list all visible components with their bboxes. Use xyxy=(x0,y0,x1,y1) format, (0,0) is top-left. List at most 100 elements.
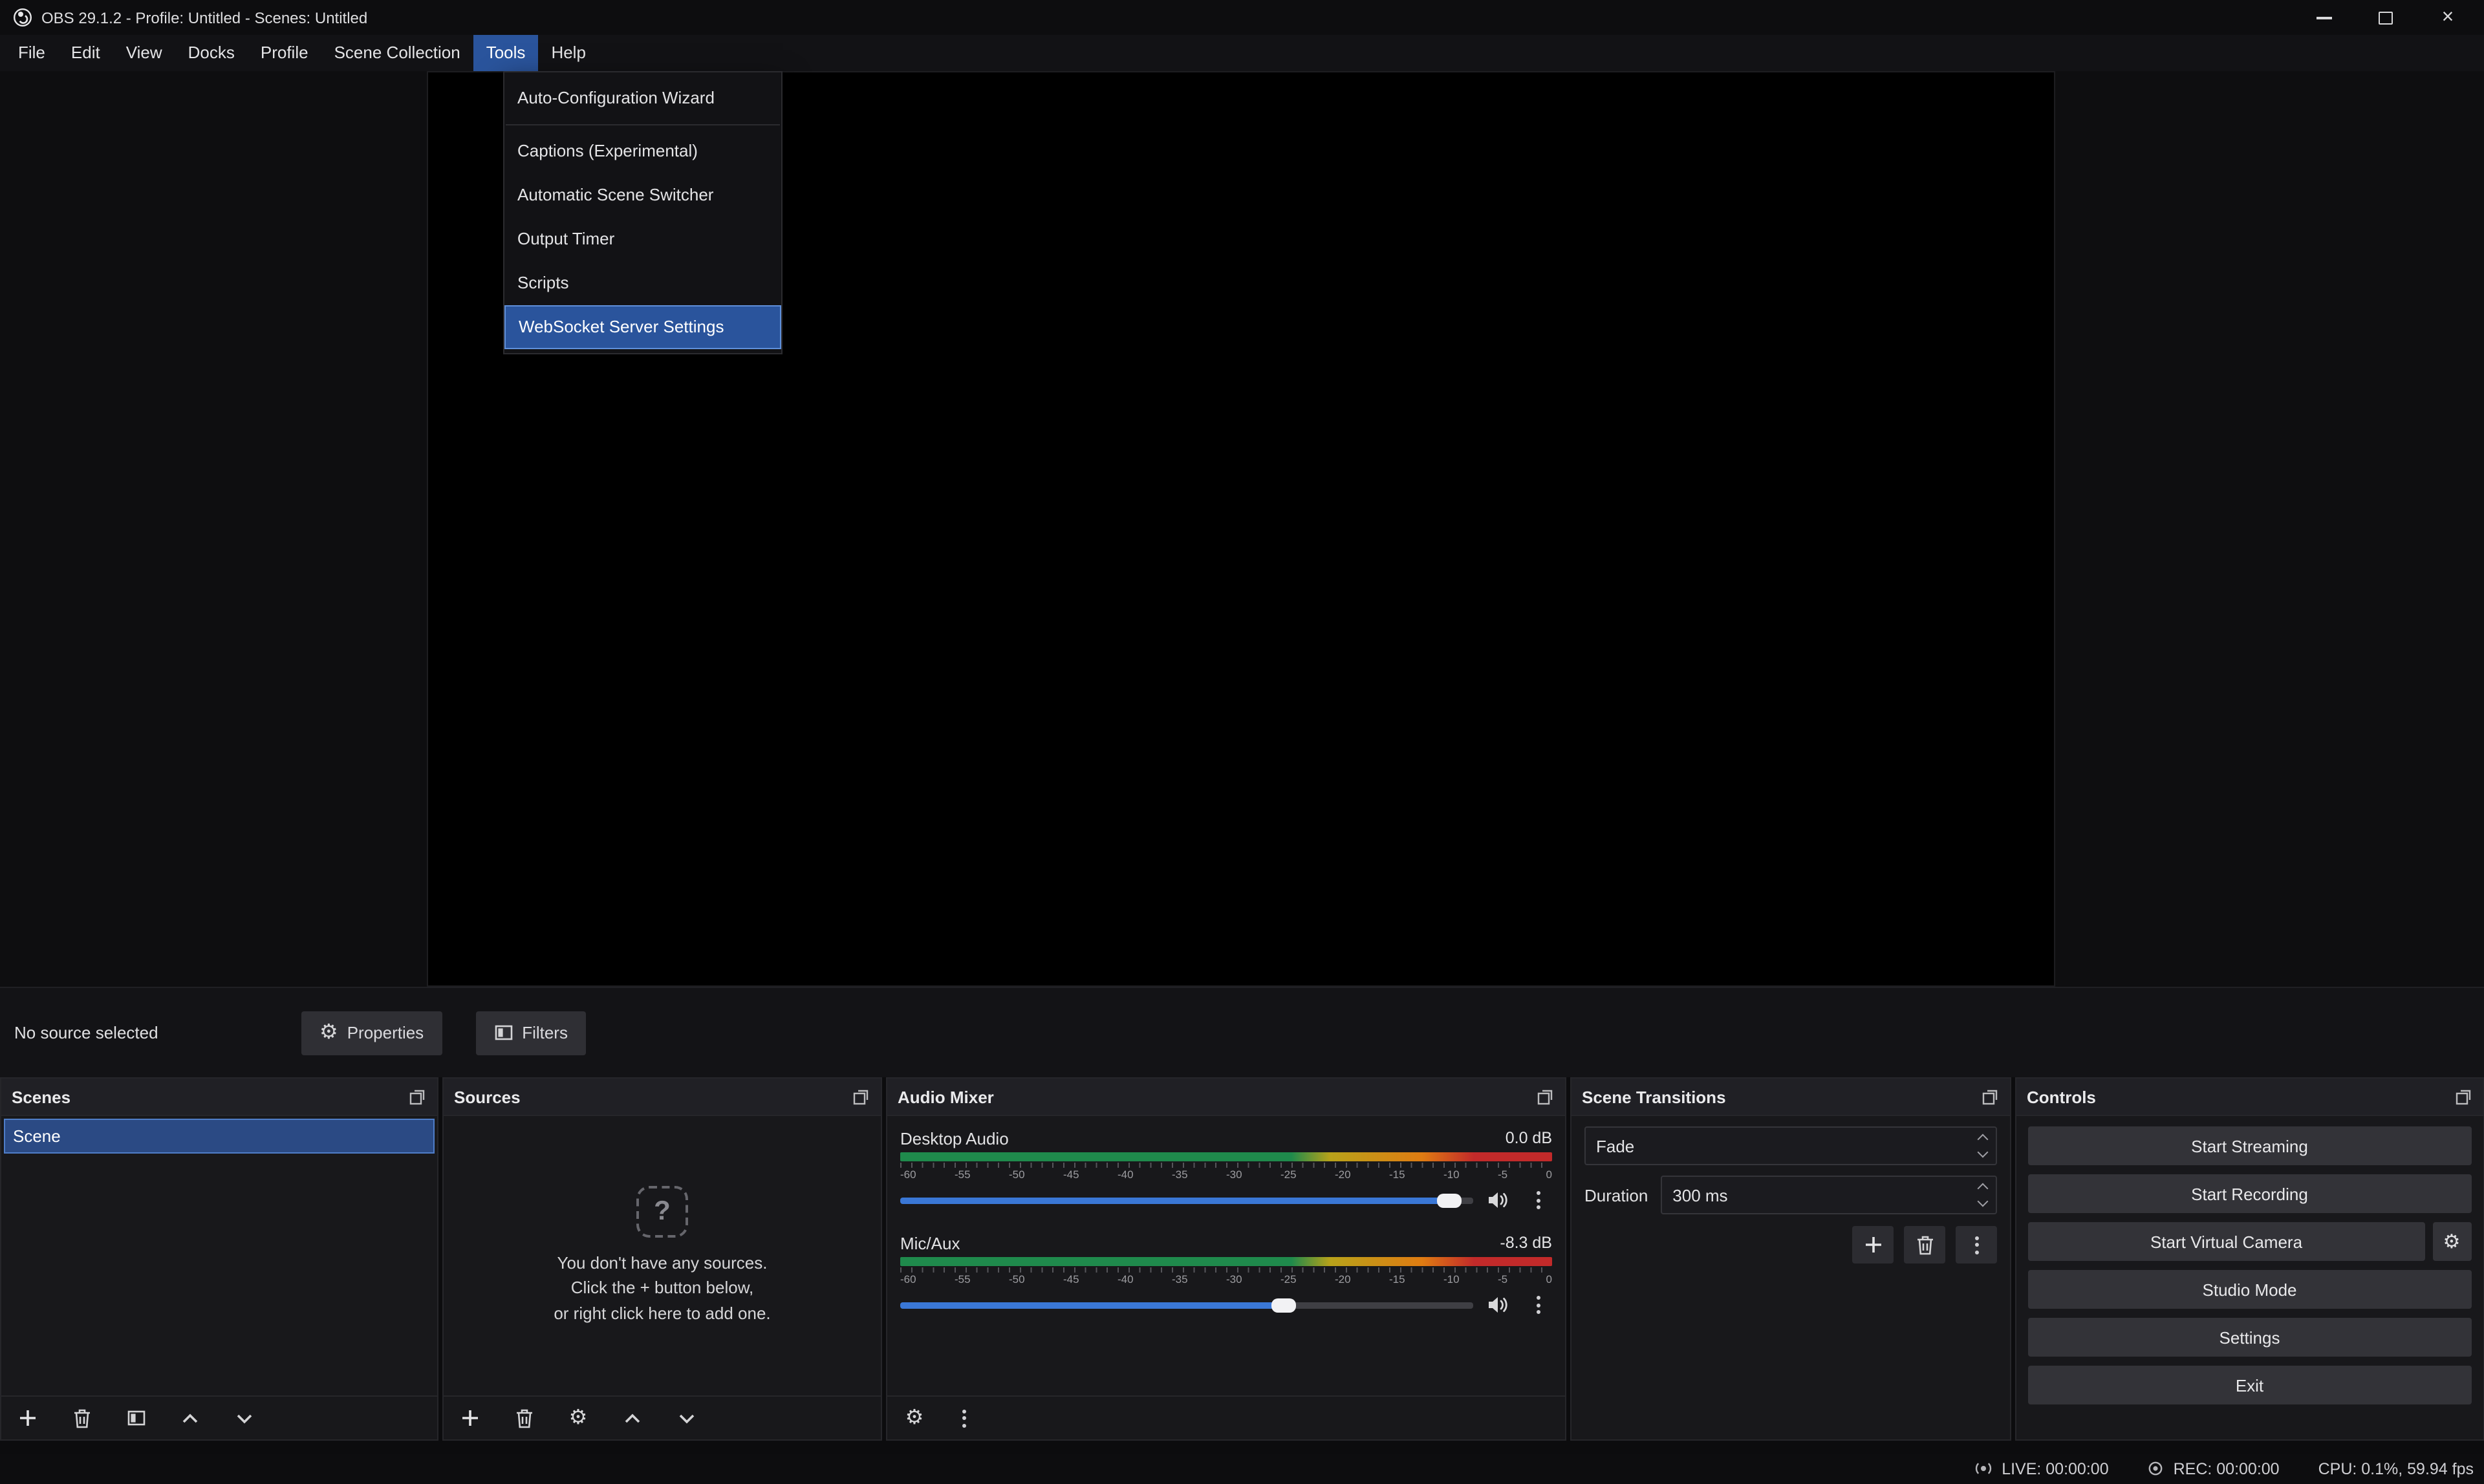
start-virtual-camera-button[interactable]: Start Virtual Camera xyxy=(2028,1222,2425,1261)
sources-toolbar: ⚙ xyxy=(444,1395,881,1439)
combo-spinners xyxy=(1979,1135,1987,1156)
minimize-button[interactable] xyxy=(2313,7,2334,28)
chevron-up-icon[interactable] xyxy=(1978,1134,1989,1145)
menu-scene-collection[interactable]: Scene Collection xyxy=(321,35,473,71)
menu-item-captions[interactable]: Captions (Experimental) xyxy=(504,129,781,173)
start-streaming-button[interactable]: Start Streaming xyxy=(2028,1126,2471,1165)
start-recording-button[interactable]: Start Recording xyxy=(2028,1174,2471,1213)
menu-item-automatic-scene-switcher[interactable]: Automatic Scene Switcher xyxy=(504,173,781,217)
scene-filters-button[interactable] xyxy=(122,1404,150,1432)
tools-menu-dropdown: Auto-Configuration Wizard Captions (Expe… xyxy=(503,71,783,354)
record-icon xyxy=(2148,1461,2165,1478)
exit-button[interactable]: Exit xyxy=(2028,1366,2471,1404)
menu-tools[interactable]: Tools xyxy=(473,35,539,71)
menu-file[interactable]: File xyxy=(5,35,58,71)
scenes-dock: Scenes Scene xyxy=(0,1077,438,1441)
move-source-up-button[interactable] xyxy=(618,1404,647,1432)
move-scene-up-button[interactable] xyxy=(176,1404,204,1432)
chevron-down-icon[interactable] xyxy=(1978,1196,1989,1207)
move-source-down-button[interactable] xyxy=(673,1404,701,1432)
tick-label: -60 xyxy=(900,1168,916,1182)
menu-item-auto-configuration-wizard[interactable]: Auto-Configuration Wizard xyxy=(504,76,781,120)
tick-label: -60 xyxy=(900,1273,916,1287)
virtual-camera-settings-button[interactable]: ⚙ xyxy=(2432,1222,2471,1261)
source-toolbar: No source selected ⚙ Properties Filters xyxy=(0,987,2484,1077)
tick-label: -10 xyxy=(1443,1168,1460,1182)
menu-profile[interactable]: Profile xyxy=(248,35,321,71)
remove-scene-button[interactable] xyxy=(67,1404,96,1432)
properties-button[interactable]: ⚙ Properties xyxy=(301,1011,442,1055)
maximize-button[interactable] xyxy=(2375,7,2396,28)
scenes-list: Scene xyxy=(1,1116,437,1395)
kebab-icon xyxy=(1536,1191,1540,1209)
desktop-audio-volume-slider[interactable] xyxy=(900,1197,1473,1203)
controls-dock-title: Controls xyxy=(2027,1087,2096,1106)
speaker-icon[interactable] xyxy=(1486,1190,1511,1210)
transition-options-button[interactable] xyxy=(1956,1226,1997,1264)
audio-mixer-toolbar: ⚙ xyxy=(887,1395,1565,1439)
obs-window: OBS 29.1.2 - Profile: Untitled - Scenes:… xyxy=(0,0,2484,1484)
audio-mixer-popout-button[interactable] xyxy=(1537,1088,1555,1106)
move-scene-down-button[interactable] xyxy=(230,1404,259,1432)
filters-button[interactable]: Filters xyxy=(475,1011,586,1055)
duration-spinbox[interactable]: 300 ms xyxy=(1661,1176,1997,1214)
tick-label: 0 xyxy=(1546,1273,1552,1287)
remove-transition-button[interactable] xyxy=(1904,1226,1945,1264)
menu-item-output-timer[interactable]: Output Timer xyxy=(504,217,781,261)
window-controls: × xyxy=(2313,7,2471,28)
scenes-toolbar xyxy=(1,1395,437,1439)
transition-select[interactable]: Fade xyxy=(1584,1126,1997,1165)
rec-status: REC: 00:00:00 xyxy=(2148,1460,2280,1478)
tick-label: -30 xyxy=(1226,1273,1242,1287)
close-button[interactable]: × xyxy=(2437,7,2458,28)
add-source-button[interactable] xyxy=(455,1404,484,1432)
advanced-audio-icon: ⚙ xyxy=(905,1408,924,1428)
add-scene-button[interactable] xyxy=(13,1404,41,1432)
scene-list-item[interactable]: Scene xyxy=(4,1119,435,1154)
scene-transitions-popout-button[interactable] xyxy=(1982,1088,2000,1106)
sources-empty-state: ? You don't have any sources. Click the … xyxy=(444,1116,881,1395)
mixer-options-button[interactable] xyxy=(949,1404,978,1432)
scenes-dock-header: Scenes xyxy=(1,1079,437,1116)
menu-help[interactable]: Help xyxy=(538,35,599,71)
scenes-dock-title: Scenes xyxy=(12,1087,70,1106)
mic-aux-options-button[interactable] xyxy=(1524,1291,1552,1319)
speaker-icon[interactable] xyxy=(1486,1295,1511,1315)
trash-icon xyxy=(514,1408,534,1428)
slider-handle[interactable] xyxy=(1438,1193,1462,1207)
desktop-audio-options-button[interactable] xyxy=(1524,1186,1552,1214)
studio-mode-button[interactable]: Studio Mode xyxy=(2028,1270,2471,1309)
sources-list[interactable]: ? You don't have any sources. Click the … xyxy=(444,1116,881,1395)
slider-handle[interactable] xyxy=(1271,1298,1296,1312)
controls-dock: Controls Start Streaming Start Recording… xyxy=(2015,1077,2484,1441)
menu-docks[interactable]: Docks xyxy=(175,35,248,71)
controls-popout-button[interactable] xyxy=(2454,1088,2472,1106)
menu-view[interactable]: View xyxy=(113,35,175,71)
settings-button[interactable]: Settings xyxy=(2028,1318,2471,1357)
mic-aux-volume-slider[interactable] xyxy=(900,1302,1473,1308)
remove-source-button[interactable] xyxy=(510,1404,538,1432)
tick-label: -55 xyxy=(955,1273,971,1287)
chevron-up-icon xyxy=(180,1408,200,1428)
chevron-down-icon[interactable] xyxy=(1978,1147,1989,1158)
sources-popout-button[interactable] xyxy=(852,1088,870,1106)
source-properties-button[interactable]: ⚙ xyxy=(564,1404,592,1432)
plus-icon xyxy=(460,1408,479,1428)
cpu-fps-text: CPU: 0.1%, 59.94 fps xyxy=(2318,1460,2474,1478)
volume-meter xyxy=(900,1152,1552,1161)
broadcast-icon xyxy=(1973,1459,1993,1479)
gear-icon: ⚙ xyxy=(319,1022,338,1043)
meter-tick-labels: -60-55-50-45-40-35-30-25-20-15-10-50 xyxy=(900,1168,1552,1182)
menu-edit[interactable]: Edit xyxy=(58,35,113,71)
tick-label: -20 xyxy=(1335,1168,1351,1182)
menu-item-websocket-server-settings[interactable]: WebSocket Server Settings xyxy=(504,305,781,349)
menu-item-scripts[interactable]: Scripts xyxy=(504,261,781,305)
chevron-up-icon[interactable] xyxy=(1978,1183,1989,1194)
scene-transitions-dock: Scene Transitions Fade Duration 300 ms xyxy=(1570,1077,2011,1441)
advanced-audio-properties-button[interactable]: ⚙ xyxy=(900,1404,929,1432)
tick-label: -15 xyxy=(1389,1273,1405,1287)
add-transition-button[interactable] xyxy=(1852,1226,1894,1264)
tick-label: -55 xyxy=(955,1168,971,1182)
scenes-popout-button[interactable] xyxy=(409,1088,427,1106)
meter-tick-marks xyxy=(900,1267,1552,1273)
